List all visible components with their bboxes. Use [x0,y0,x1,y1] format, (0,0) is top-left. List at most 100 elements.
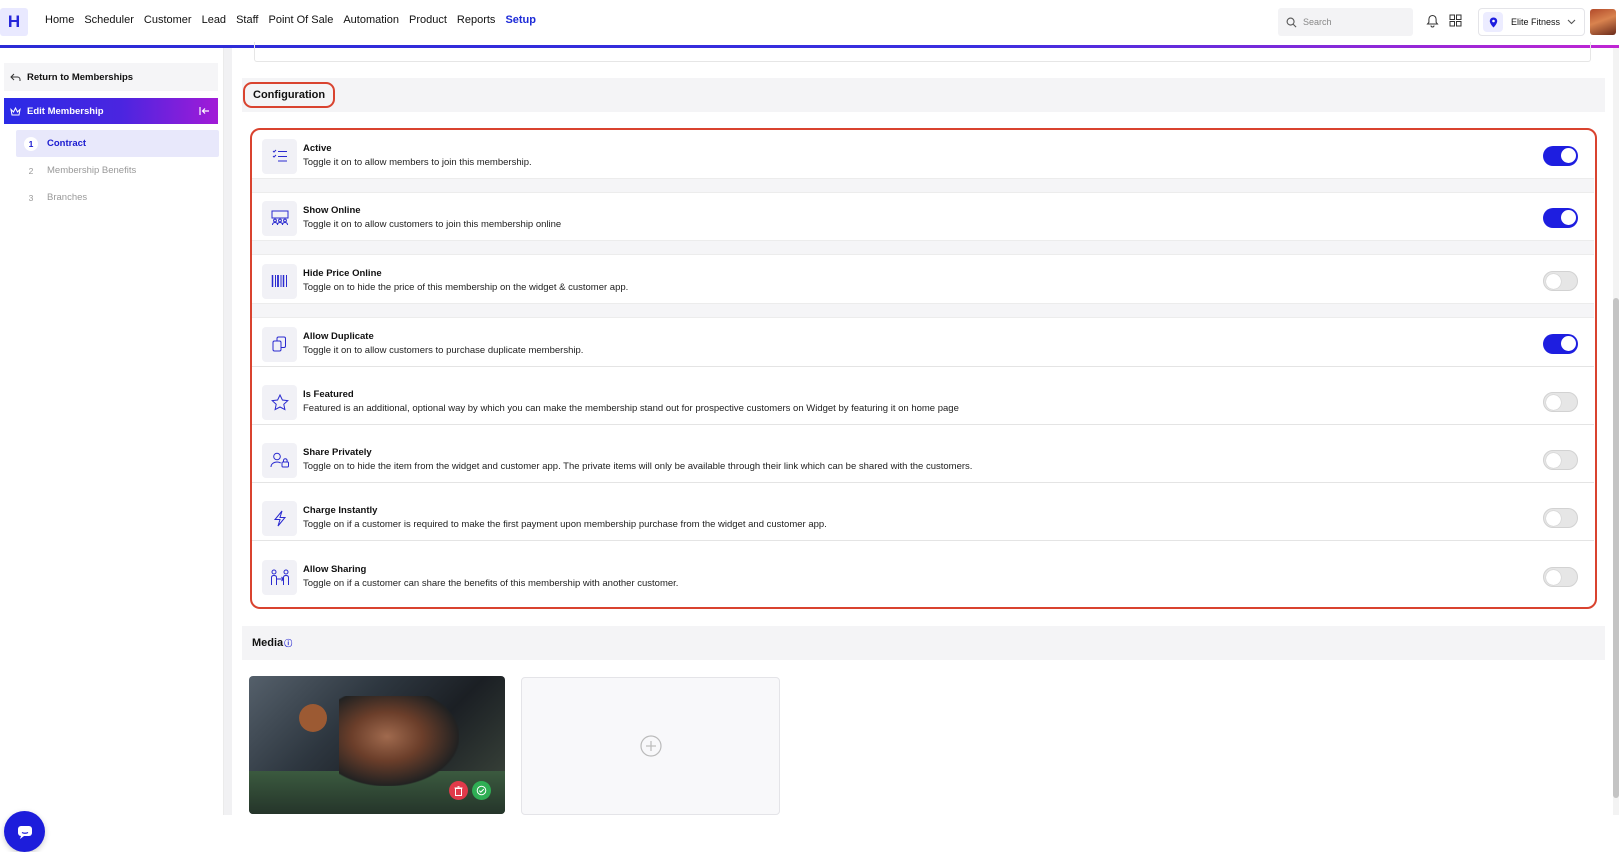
nav-item-automation[interactable]: Automation [343,14,399,26]
add-media-button[interactable] [521,677,780,815]
nav-item-point-of-sale[interactable]: Point Of Sale [269,14,334,26]
setting-row-share-privately: Share Privately Toggle on to hide the ite… [252,438,1594,482]
bell-icon[interactable] [1426,14,1439,28]
nav-item-product[interactable]: Product [409,14,447,26]
media-header: Media ⓘ [242,626,1605,660]
nav-item-reports[interactable]: Reports [457,14,496,26]
apps-grid-icon[interactable] [1449,14,1462,27]
previous-section-box [254,42,1591,62]
edit-membership-header: Edit Membership [4,98,218,124]
search-input[interactable]: Search [1278,8,1413,36]
plus-circle-icon [639,735,662,757]
setting-row-allow-sharing: Allow Sharing Toggle on if a customer can… [252,554,1594,600]
info-icon[interactable]: ⓘ [284,638,292,649]
configuration-settings-list: Active Toggle it on to allow members to j… [250,128,1597,609]
barcode-icon [262,263,297,299]
share-privately-toggle[interactable] [1543,450,1578,470]
setting-description: Featured is an additional, optional way … [303,403,959,414]
setting-row-hide-price-online: Hide Price Online Toggle on to hide the p… [252,259,1594,303]
nav-item-home[interactable]: Home [45,14,74,26]
allow-sharing-toggle[interactable] [1543,567,1578,587]
people-share-icon [262,559,297,595]
show-online-toggle[interactable] [1543,208,1578,228]
nav-item-customer[interactable]: Customer [144,14,192,26]
image-athlete [339,696,459,786]
step-label: Contract [47,138,87,149]
trash-icon [454,785,463,796]
chevron-down-icon [1567,19,1576,25]
configuration-title: Configuration [243,82,336,108]
step-branches[interactable]: 3 Branches [16,184,219,211]
setting-title: Hide Price Online [303,268,382,279]
group-screen-icon [262,200,297,236]
page-scrollbar[interactable] [1613,48,1619,815]
setting-description: Toggle on if a customer is required to m… [303,519,827,530]
is-featured-toggle[interactable] [1543,392,1578,412]
setting-text: Charge Instantly Toggle on if a customer … [303,505,827,530]
user-avatar[interactable] [1590,9,1616,35]
toggle-knob [1561,336,1576,351]
toggle-knob [1561,210,1576,225]
step-number: 1 [24,136,38,151]
toggle-knob [1546,452,1561,468]
collapse-sidebar-icon[interactable] [199,106,210,116]
setting-title: Charge Instantly [303,505,378,516]
nav-item-setup[interactable]: Setup [505,14,536,26]
toggle-knob [1546,569,1561,585]
setting-text: Hide Price Online Toggle on to hide the p… [303,268,628,293]
setting-text: Allow Duplicate Toggle it on to allow cus… [303,331,583,356]
nav-item-scheduler[interactable]: Scheduler [84,14,134,26]
hide-price-online-toggle[interactable] [1543,271,1578,291]
sidebar-divider [224,48,232,815]
step-number: 2 [28,165,34,176]
toggle-knob [1561,148,1576,163]
check-circle-icon [476,785,487,796]
charge-instantly-toggle[interactable] [1543,508,1578,528]
toggle-knob [1546,510,1561,526]
location-selector[interactable]: Elite Fitness [1478,8,1585,36]
return-arrow-icon [10,73,21,81]
setting-description: Toggle on if a customer can share the be… [303,578,679,589]
setting-text: Is Featured Featured is an additional, op… [303,389,959,414]
lightning-icon [262,500,297,536]
row-divider [252,240,1594,255]
row-divider [252,303,1594,318]
active-toggle[interactable] [1543,146,1578,166]
setting-title: Is Featured [303,389,354,400]
allow-duplicate-toggle[interactable] [1543,334,1578,354]
search-icon [1286,17,1297,27]
row-divider [252,178,1594,193]
app-logo[interactable]: H [0,8,28,36]
nav-item-lead[interactable]: Lead [202,14,226,26]
step-number: 3 [28,192,34,203]
setting-description: Toggle it on to allow members to join th… [303,157,532,168]
step-membership-benefits[interactable]: 2 Membership Benefits [16,157,219,184]
media-image-thumbnail[interactable] [249,676,505,814]
setting-title: Allow Sharing [303,564,367,575]
scrollbar-thumb[interactable] [1613,298,1619,798]
setting-description: Toggle on to hide the price of this memb… [303,282,629,293]
image-ball [299,704,327,732]
top-navigation-bar: H Home Scheduler Customer Lead Staff Poi… [0,0,1619,46]
chat-support-button[interactable] [4,811,45,852]
return-label: Return to Memberships [27,71,134,83]
nav-item-staff[interactable]: Staff [236,14,258,26]
set-primary-media-button[interactable] [472,781,491,800]
return-to-memberships-link[interactable]: Return to Memberships [4,63,218,91]
setting-title: Allow Duplicate [303,331,374,342]
setting-text: Allow Sharing Toggle on if a customer can… [303,564,678,589]
sidebar: Return to Memberships Edit Membership 1 … [0,48,224,852]
setting-row-is-featured: Is Featured Featured is an additional, op… [252,380,1594,424]
step-list: 1 Contract 2 Membership Benefits 3 Branc… [16,130,219,211]
user-lock-icon [262,442,297,478]
location-pin-icon [1483,12,1503,32]
checklist-icon [262,138,297,174]
setting-title: Show Online [303,205,361,216]
search-placeholder: Search [1303,17,1332,27]
step-contract[interactable]: 1 Contract [16,130,219,157]
delete-media-button[interactable] [449,781,468,800]
setting-text: Active Toggle it on to allow members to j… [303,143,532,168]
row-divider [252,424,1594,425]
main-content: Configuration Active Toggle it on to allo… [232,42,1607,815]
edit-membership-title: Edit Membership [27,105,104,117]
